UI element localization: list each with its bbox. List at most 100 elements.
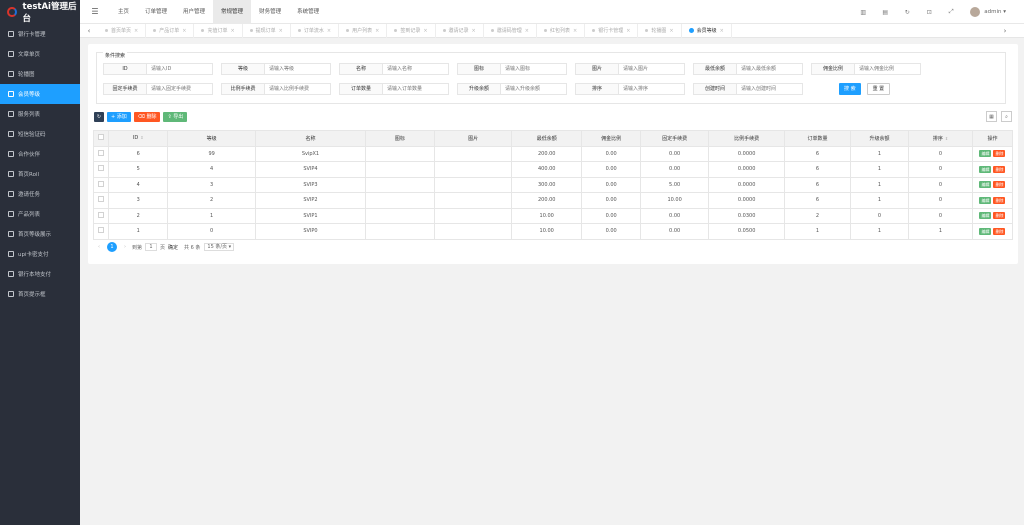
sort-icon[interactable]: ⇕ xyxy=(140,135,143,140)
sidebar-item[interactable]: 短信验证码 xyxy=(0,124,80,144)
calendar-icon[interactable]: ▤ xyxy=(874,9,896,16)
page-tab[interactable]: 签到记录 × xyxy=(387,23,436,38)
edit-button[interactable]: 编辑 xyxy=(979,165,992,173)
search-icon[interactable]: ⌕ xyxy=(1001,111,1012,122)
tab-close-icon[interactable]: × xyxy=(525,28,529,34)
tab-close-icon[interactable]: × xyxy=(134,28,138,34)
sort-icon[interactable]: ⇕ xyxy=(945,136,948,141)
row-checkbox-cell[interactable] xyxy=(92,145,110,162)
tab-close-icon[interactable]: × xyxy=(573,28,577,34)
row-checkbox[interactable] xyxy=(98,180,105,187)
columns-icon[interactable]: ▦ xyxy=(986,111,997,122)
tab-close-icon[interactable]: × xyxy=(626,28,630,34)
sidebar-item[interactable]: 会员等级 xyxy=(0,84,80,104)
prev-page-icon[interactable]: ‹ xyxy=(98,244,100,250)
row-checkbox-cell[interactable] xyxy=(92,223,110,240)
sidebar-item[interactable]: 银行本地支付 xyxy=(0,264,80,284)
page-tab[interactable]: 邀请码管理 × xyxy=(484,23,537,38)
fullscreen-icon[interactable]: ⤢ xyxy=(940,8,962,16)
delete-button[interactable]: ⌫ 删除 xyxy=(133,112,161,122)
row-checkbox-cell[interactable] xyxy=(92,161,110,178)
sidebar-item[interactable]: upi卡密支付 xyxy=(0,244,80,264)
top-nav-item[interactable]: 常规管理 xyxy=(213,0,252,24)
tab-scroll-left-icon[interactable]: ‹ xyxy=(80,27,98,35)
filter-input[interactable] xyxy=(383,63,449,75)
row-checkbox[interactable] xyxy=(98,211,105,218)
current-page[interactable]: 1 xyxy=(107,242,117,252)
row-delete-button[interactable]: 删除 xyxy=(993,212,1006,220)
page-tab[interactable]: 充值订单 × xyxy=(194,23,243,38)
top-nav-item[interactable]: 系统管理 xyxy=(289,0,327,24)
sidebar-item[interactable]: 合作伙伴 xyxy=(0,144,80,164)
header-checkbox-cell[interactable] xyxy=(92,130,110,147)
tab-close-icon[interactable]: × xyxy=(720,28,724,34)
page-tab[interactable]: 会员等级 × xyxy=(682,23,732,38)
page-input[interactable]: 1 xyxy=(145,243,158,251)
row-checkbox[interactable] xyxy=(98,165,105,172)
filter-input[interactable] xyxy=(147,83,213,95)
chart-icon[interactable]: ▥ xyxy=(852,9,874,16)
page-tab[interactable]: 产品订单 × xyxy=(146,23,195,38)
row-checkbox-cell[interactable] xyxy=(92,207,110,224)
page-size-select[interactable]: 15 条/页 ▾ xyxy=(204,243,235,251)
search-button[interactable]: 搜 索 xyxy=(839,83,861,95)
page-tab[interactable]: 首页单页 × xyxy=(98,23,147,38)
row-checkbox[interactable] xyxy=(98,149,105,156)
page-tab[interactable]: 轮播图 × xyxy=(638,23,682,38)
page-tab[interactable]: 邀请记录 × xyxy=(436,23,484,38)
export-button[interactable]: ⇪ 导出 xyxy=(163,112,188,122)
tab-close-icon[interactable]: × xyxy=(279,28,283,34)
select-all-checkbox[interactable] xyxy=(98,134,105,141)
user-menu[interactable]: admin ▾ xyxy=(984,9,1006,15)
filter-input[interactable] xyxy=(383,83,449,95)
row-delete-button[interactable]: 删除 xyxy=(993,196,1006,204)
edit-button[interactable]: 编辑 xyxy=(979,150,992,158)
sidebar-item[interactable]: 文章单页 xyxy=(0,44,80,64)
sidebar-item[interactable]: 首页等级展示 xyxy=(0,224,80,244)
sidebar-item[interactable]: 产品列表 xyxy=(0,204,80,224)
tab-close-icon[interactable]: × xyxy=(327,28,331,34)
tab-close-icon[interactable]: × xyxy=(423,28,427,34)
page-tab[interactable]: 用户列表 × xyxy=(339,23,388,38)
tab-close-icon[interactable]: × xyxy=(669,28,673,34)
row-checkbox[interactable] xyxy=(98,196,105,203)
sidebar-item[interactable]: 首页Roll xyxy=(0,164,80,184)
edit-button[interactable]: 编辑 xyxy=(979,227,992,235)
edit-button[interactable]: 编辑 xyxy=(979,196,992,204)
tab-close-icon[interactable]: × xyxy=(182,28,186,34)
edit-button[interactable]: 编辑 xyxy=(979,212,992,220)
filter-input[interactable] xyxy=(147,63,213,75)
sidebar-item[interactable]: 邀请任务 xyxy=(0,184,80,204)
reset-button[interactable]: 重 置 xyxy=(866,83,891,95)
refresh-button[interactable]: ↻ xyxy=(94,112,104,122)
page-tab[interactable]: 提现订单 × xyxy=(243,23,291,38)
edit-button[interactable]: 编辑 xyxy=(979,181,992,189)
filter-input[interactable] xyxy=(619,83,685,95)
filter-input[interactable] xyxy=(737,63,803,75)
row-checkbox-cell[interactable] xyxy=(92,176,110,193)
row-delete-button[interactable]: 删除 xyxy=(993,181,1006,189)
avatar[interactable] xyxy=(970,7,981,17)
filter-input[interactable] xyxy=(501,63,567,75)
tab-scroll-right-icon[interactable]: › xyxy=(996,27,1014,35)
page-tab[interactable]: 银行卡管理 × xyxy=(585,23,639,38)
top-nav-item[interactable]: 用户管理 xyxy=(175,0,213,24)
sidebar-item[interactable]: 服务列表 xyxy=(0,104,80,124)
tab-close-icon[interactable]: × xyxy=(230,28,234,34)
row-delete-button[interactable]: 删除 xyxy=(993,150,1006,158)
confirm-button[interactable]: 确定 xyxy=(168,244,178,251)
refresh-icon[interactable]: ↻ xyxy=(896,9,918,16)
row-checkbox[interactable] xyxy=(98,227,105,234)
filter-input[interactable] xyxy=(619,63,685,75)
sidebar-item[interactable]: 轮播图 xyxy=(0,64,80,84)
tab-close-icon[interactable]: × xyxy=(472,28,476,34)
filter-input[interactable] xyxy=(265,83,331,95)
next-page-icon[interactable]: › xyxy=(124,244,126,250)
row-delete-button[interactable]: 删除 xyxy=(993,165,1006,173)
sidebar-item[interactable]: 银行卡管理 xyxy=(0,24,80,44)
menu-toggle-icon[interactable]: ☰ xyxy=(80,7,110,16)
page-tab[interactable]: 红包列表 × xyxy=(537,23,586,38)
filter-input[interactable] xyxy=(265,63,331,75)
row-checkbox-cell[interactable] xyxy=(92,192,110,209)
add-button[interactable]: + 添加 xyxy=(107,112,131,122)
